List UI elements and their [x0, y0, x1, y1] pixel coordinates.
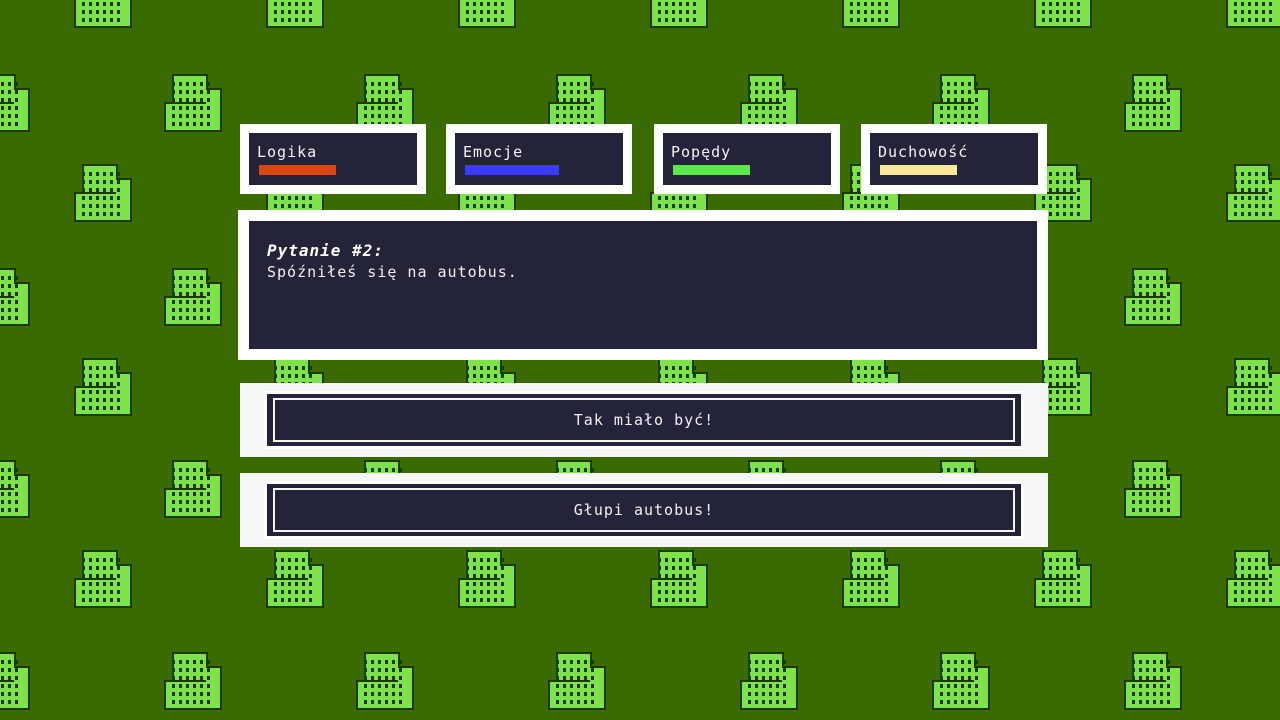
building-sprite [842, 550, 900, 608]
building-sprite [266, 550, 324, 608]
building-sprite [1226, 550, 1280, 608]
building-sprite [1124, 268, 1182, 326]
stat-label: Duchowość [878, 143, 969, 161]
building-sprite [74, 0, 132, 28]
building-sprite [164, 652, 222, 710]
building-sprite [650, 550, 708, 608]
building-sprite [164, 268, 222, 326]
building-sprite [0, 268, 30, 326]
building-sprite [1124, 652, 1182, 710]
building-sprite [1124, 74, 1182, 132]
building-sprite [266, 0, 324, 28]
building-sprite [1034, 0, 1092, 28]
building-sprite [1034, 550, 1092, 608]
stat-bar-logika [259, 165, 336, 175]
stat-bar-popedy [673, 165, 750, 175]
stat-bar-duchowosc [880, 165, 957, 175]
building-sprite [458, 0, 516, 28]
building-sprite [0, 460, 30, 518]
answer-label: Tak miało być! [573, 411, 715, 429]
stat-label: Logika [257, 143, 318, 161]
question-panel: Pytanie #2: Spóźniłeś się na autobus. [238, 210, 1048, 360]
building-sprite [1226, 0, 1280, 28]
answer-button-2[interactable]: Głupi autobus! [240, 473, 1048, 547]
stat-logika: Logika [240, 124, 426, 194]
building-sprite [458, 550, 516, 608]
stat-label: Emocje [463, 143, 524, 161]
answer-label: Głupi autobus! [573, 501, 715, 519]
building-sprite [932, 652, 990, 710]
answer-button-1[interactable]: Tak miało być! [240, 383, 1048, 457]
stat-duchowosc: Duchowość [861, 124, 1047, 194]
building-sprite [0, 74, 30, 132]
stat-popedy: Popędy [654, 124, 840, 194]
building-sprite [740, 652, 798, 710]
building-sprite [842, 0, 900, 28]
building-sprite [1226, 358, 1280, 416]
building-sprite [1226, 164, 1280, 222]
building-sprite [164, 460, 222, 518]
tiled-building-background [0, 0, 1280, 710]
question-title: Pytanie #2: [267, 241, 384, 260]
building-sprite [0, 652, 30, 710]
building-sprite [650, 0, 708, 28]
building-sprite [164, 74, 222, 132]
building-sprite [74, 358, 132, 416]
building-sprite [1124, 460, 1182, 518]
stat-label: Popędy [671, 143, 732, 161]
building-sprite [74, 550, 132, 608]
building-sprite [356, 652, 414, 710]
question-text: Spóźniłeś się na autobus. [267, 263, 518, 281]
building-sprite [548, 652, 606, 710]
stat-bar-emocje [465, 165, 559, 175]
stat-emocje: Emocje [446, 124, 632, 194]
building-sprite [74, 164, 132, 222]
